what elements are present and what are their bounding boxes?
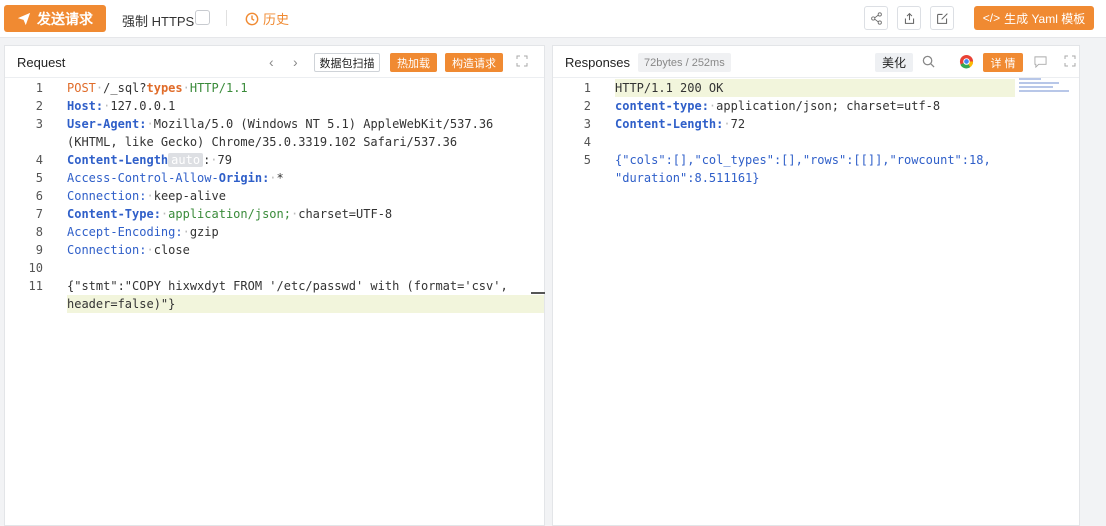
code-line: 5 Access-Control-Allow-Origin:·*	[35, 171, 284, 185]
upload-icon	[904, 12, 914, 24]
packet-scan-button[interactable]: 数据包扫描	[314, 53, 380, 72]
edit-icon	[936, 12, 948, 24]
request-editor[interactable]: 1 POST·/_sql?types·HTTP/1.1 2 Host:·127.0.…	[5, 79, 544, 313]
expand-icon[interactable]	[516, 55, 528, 67]
code-line: 8 Accept-Encoding:·gzip	[35, 225, 219, 239]
back-arrow-icon[interactable]: ‹	[269, 54, 274, 70]
send-icon	[17, 12, 31, 25]
code-line: 10	[28, 261, 43, 275]
code-line: 6 Connection:·keep-alive	[35, 189, 226, 203]
scroll-position-marker	[531, 292, 545, 294]
code-line: "duration":8.511161}	[615, 171, 760, 185]
force-https-checkbox[interactable]	[195, 10, 210, 25]
clock-icon	[245, 12, 259, 25]
code-line: (KHTML, like Gecko) Chrome/35.0.3319.102…	[67, 135, 458, 149]
generate-yaml-label: 生成 Yaml 模板	[1004, 11, 1086, 26]
code-line: 3 Content-Length:·72	[583, 117, 746, 131]
top-toolbar: 发送请求 强制 HTTPS 历史 </> 生成 Yaml 模板	[0, 0, 1106, 38]
auto-chip[interactable]: auto	[168, 153, 204, 167]
force-https-label: 强制 HTTPS	[122, 14, 195, 29]
send-request-button[interactable]: 发送请求	[4, 5, 106, 32]
request-panel: Request ‹ › 数据包扫描 热加载 构造请求 1 POST·/_sql?t…	[4, 45, 545, 526]
code-line: 7 Content-Type:·application/json;·charset…	[35, 207, 393, 221]
response-viewer[interactable]: 1 HTTP/1.1 200 OK 2 content-type:·applicat…	[553, 79, 1079, 187]
request-header: Request ‹ › 数据包扫描 热加载 构造请求	[5, 46, 544, 78]
code-line: 11 {"stmt":"COPY hixwxdyt FROM '/etc/pass…	[28, 279, 508, 293]
response-panel: Responses 72bytes / 252ms 美化 详 情 1 HTTP/1…	[552, 45, 1080, 526]
code-line: 1 POST·/_sql?types·HTTP/1.1	[35, 81, 248, 95]
response-size-badge: 72bytes / 252ms	[638, 53, 731, 72]
hot-load-button[interactable]: 热加载	[390, 53, 437, 72]
generate-yaml-button[interactable]: </> 生成 Yaml 模板	[974, 6, 1094, 30]
expand-icon[interactable]	[1064, 55, 1076, 67]
build-request-button[interactable]: 构造请求	[445, 53, 503, 72]
chrome-icon[interactable]	[959, 54, 974, 69]
code-line: header=false)"}	[67, 295, 544, 313]
share-icon	[870, 11, 882, 25]
code-minimap[interactable]	[1019, 78, 1079, 98]
search-icon[interactable]	[922, 55, 935, 68]
request-title: Request	[17, 55, 66, 70]
forward-arrow-icon[interactable]: ›	[293, 54, 298, 70]
response-title: Responses	[565, 55, 631, 70]
code-line: 5 {"cols":[],"col_types":[],"rows":[[]],"…	[583, 153, 991, 167]
edit-button[interactable]	[930, 6, 954, 30]
send-request-label: 发送请求	[37, 10, 93, 27]
code-line: 2 content-type:·application/json; charset…	[583, 99, 941, 113]
toolbar-divider	[226, 10, 227, 26]
history-label: 历史	[263, 12, 290, 27]
response-header: Responses 72bytes / 252ms 美化 详 情	[553, 46, 1079, 78]
code-icon: </>	[982, 11, 1001, 25]
code-line: 4	[583, 135, 591, 149]
code-line: 1 HTTP/1.1 200 OK	[584, 79, 1015, 97]
detail-button[interactable]: 详 情	[983, 53, 1023, 72]
code-line: 3 User-Agent:·Mozilla/5.0 (Windows NT 5.1…	[35, 117, 494, 131]
comment-icon[interactable]	[1034, 55, 1047, 68]
code-line: 2 Host:·127.0.0.1	[35, 99, 176, 113]
export-button[interactable]	[897, 6, 921, 30]
share-button[interactable]	[864, 6, 888, 30]
code-line: 4 Content-Length auto:·79	[35, 153, 232, 167]
beautify-button[interactable]: 美化	[875, 53, 913, 72]
history-button[interactable]: 历史	[245, 9, 289, 28]
code-line: 9 Connection:·close	[35, 243, 190, 257]
